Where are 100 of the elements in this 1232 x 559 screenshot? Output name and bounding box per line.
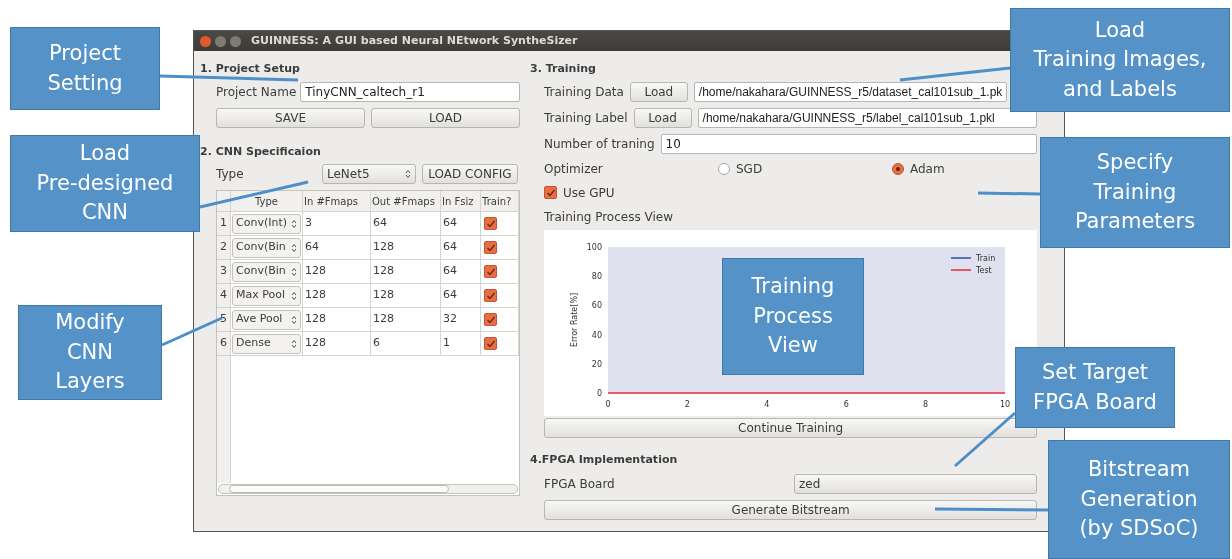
x-tick-label: 6 [843,399,849,409]
column-header: Type [231,191,303,212]
table-cell: 6 [371,332,441,356]
y-tick-label: 100 [586,242,602,252]
layer-type-dropdown[interactable]: Conv(Bin [232,261,301,282]
y-tick-label: 80 [591,271,602,281]
label-path-field[interactable]: /home/nakahara/GUINNESS_r5/label_cal101sub_1.pkl [697,107,1038,128]
callout-box: Bitstream Generation (by SDSoC) [1048,440,1230,559]
type-dropdown[interactable]: LeNet5 [322,164,416,184]
x-tick-label: 10 [999,399,1011,409]
table-cell: 128 [371,236,441,260]
table-cell: 64 [371,212,441,236]
minimize-icon[interactable] [215,35,226,47]
checkbox[interactable] [484,313,497,326]
x-tick-label: 0 [605,399,611,409]
checkbox[interactable] [484,337,497,350]
project-name-field[interactable]: TinyCNN_caltech_r1 [300,81,520,102]
fpga-board-dropdown[interactable]: zed [794,474,1038,494]
load-data-button[interactable]: Load [629,81,688,102]
row-number: 6 [217,332,231,356]
table-cell: 128 [371,260,441,284]
project-button[interactable]: LOAD [371,107,520,128]
generate-bitstream-button[interactable]: Generate Bitstream [544,500,1038,520]
field-label: Optimizer [544,160,604,178]
callout-box: Training Process View [722,258,864,375]
table-cell: 64 [441,236,481,260]
layer-type-dropdown[interactable]: Max Pool [232,285,301,306]
legend-label: Train [976,253,996,263]
spinner-arrows-icon [291,338,297,349]
project-button[interactable]: SAVE [216,107,365,128]
radio-label: Adam [910,160,945,178]
radio-button[interactable] [718,162,730,175]
spinner-arrows-icon [291,314,297,325]
x-tick-label: 2 [684,399,690,409]
checkbox[interactable] [484,217,497,230]
callout-box: Specify Training Parameters [1040,137,1230,248]
scrollbar-thumb[interactable] [229,485,449,493]
table-cell: 128 [303,332,371,356]
load-config-button[interactable]: LOAD CONFIG [422,164,518,184]
row-number: 3 [217,260,231,284]
field-label: Type [216,166,245,183]
column-header: Out #Fmaps [371,191,441,212]
x-tick-label: 4 [764,399,770,409]
row-number: 2 [217,236,231,260]
column-header: Train? [481,191,519,212]
checkbox[interactable] [484,265,497,278]
callout-box: Load Pre-designed CNN [10,135,200,232]
section-heading: 4.FPGA Implementation [530,451,678,468]
spinner-arrows-icon [291,290,297,301]
checkbox[interactable] [544,186,557,199]
leader-line [977,191,1041,196]
section-heading: 2. CNN Specificaion [200,143,321,160]
row-number: 5 [217,308,231,332]
field-label: Project Name [216,83,297,101]
field-label: FPGA Board [544,476,616,493]
close-icon[interactable] [200,35,211,47]
horizontal-scrollbar[interactable] [218,484,518,494]
legend-swatch [950,268,972,271]
table-cell: 64 [303,236,371,260]
data-path-field[interactable]: /home/nakahara/GUINNESS_r5/dataset_cal101sub_1.pk [693,81,1008,102]
layer-type-dropdown[interactable]: Conv(Int) [232,213,301,234]
table-cell: 128 [303,284,371,308]
leader-line [954,411,1016,468]
legend-label: Test [976,265,992,275]
table-cell: 128 [303,308,371,332]
column-header: In Fsiz [441,191,481,212]
callout-box: Modify CNN Layers [18,305,162,400]
checkbox[interactable] [484,289,497,302]
table-cell: 64 [441,284,481,308]
field-label: Training Data [544,83,624,101]
y-tick-label: 60 [591,300,602,310]
y-tick-label: 40 [591,330,602,340]
table-cell: 128 [371,284,441,308]
y-tick-label: 0 [596,388,602,398]
load-label-button[interactable]: Load [633,107,692,128]
layer-type-dropdown[interactable]: Conv(Bin [232,237,301,258]
layer-type-dropdown[interactable]: Ave Pool [232,309,301,330]
training-count-field[interactable]: 10 [660,133,1038,154]
spinner-arrows-icon [405,169,411,179]
table-cell: 128 [371,308,441,332]
continue-training-button[interactable]: Continue Training [544,417,1038,438]
table-cell: 64 [441,212,481,236]
layer-type-dropdown[interactable]: Dense [232,333,301,354]
table-cell: 1 [441,332,481,356]
column-header: In #Fmaps [303,191,371,212]
checkbox-label: Use GPU [563,184,615,202]
field-label: Training Label [544,109,628,127]
table-cell: 3 [303,212,371,236]
section-heading: 3. Training [530,61,596,77]
callout-box: Set Target FPGA Board [1015,347,1175,428]
row-number: 1 [217,212,231,236]
spinner-arrows-icon [291,218,297,229]
radio-button[interactable] [892,162,904,175]
callout-box: Project Setting [10,27,160,110]
checkbox[interactable] [484,241,497,254]
spinner-arrows-icon [291,242,297,253]
table-cell: 32 [441,308,481,332]
row-number: 4 [217,284,231,308]
maximize-icon[interactable] [230,35,241,47]
field-label: Number of traning [544,135,655,153]
